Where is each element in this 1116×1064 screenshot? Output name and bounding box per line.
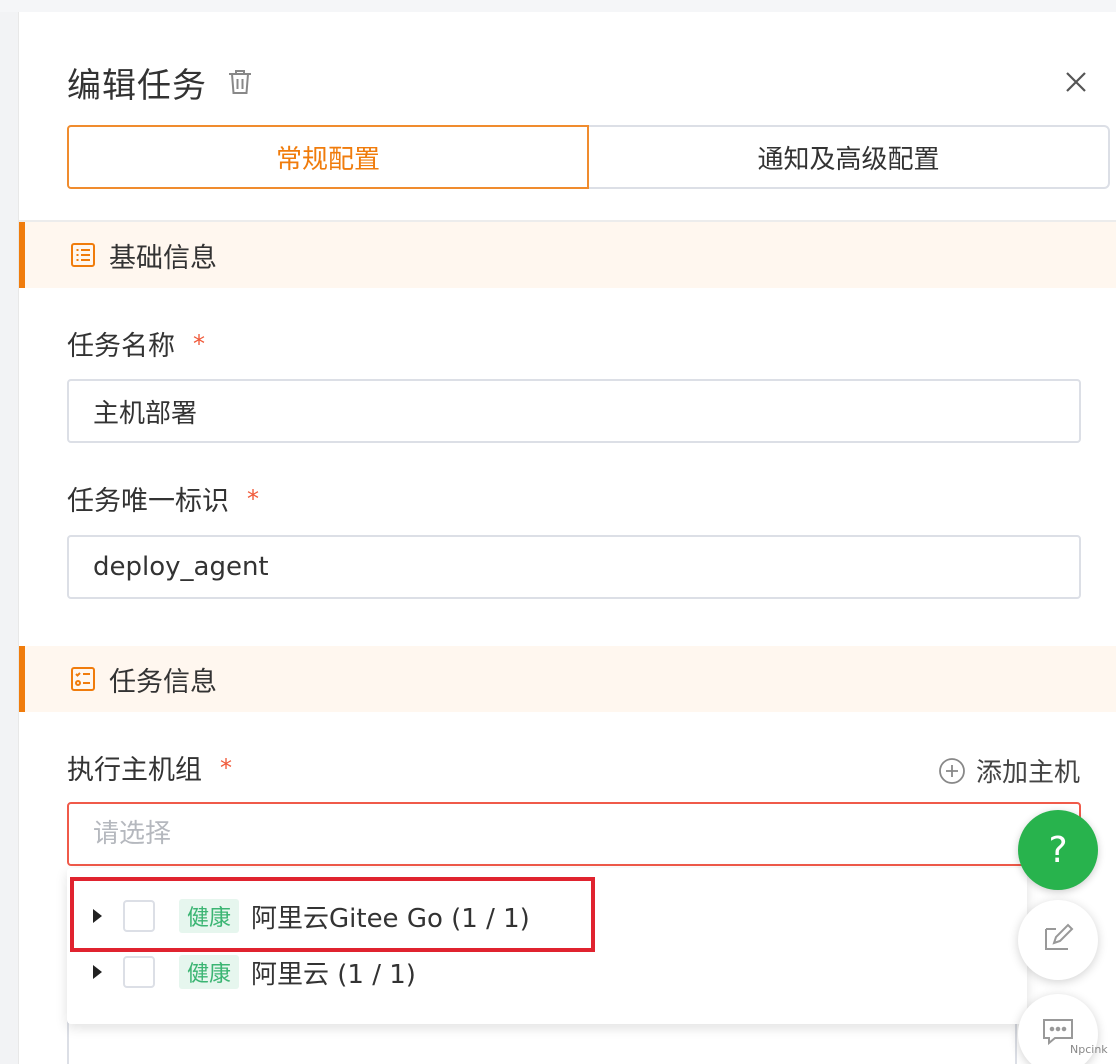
label-text: 任务唯一标识	[67, 486, 229, 517]
add-host-label: 添加主机	[975, 758, 1080, 788]
config-tabs: 常规配置 通知及高级配置	[67, 125, 1110, 189]
add-host-button[interactable]: 添加主机	[938, 752, 1080, 789]
feedback-button[interactable]	[1018, 900, 1098, 980]
caret-right-icon[interactable]	[93, 965, 102, 979]
plus-circle-icon	[938, 757, 966, 785]
host-group-select[interactable]	[67, 802, 1081, 866]
required-mark: *	[220, 753, 232, 782]
tab-notification-advanced[interactable]: 通知及高级配置	[589, 125, 1110, 189]
tree-node[interactable]: 健康 阿里云 (1 / 1)	[67, 944, 1027, 1000]
edit-note-icon	[1042, 923, 1074, 957]
task-name-label: 任务名称 *	[67, 324, 205, 363]
help-button[interactable]: ?	[1018, 810, 1098, 890]
dialog-title: 编辑任务	[67, 65, 207, 106]
list-icon	[69, 241, 97, 269]
top-strip	[0, 0, 1116, 12]
section-task-info: 任务信息	[19, 646, 1116, 712]
dialog-header: 编辑任务	[67, 58, 255, 106]
highlight-box	[70, 877, 595, 952]
close-icon[interactable]	[1062, 68, 1090, 96]
checklist-icon	[69, 665, 97, 693]
section-basic-info: 基础信息	[19, 222, 1116, 288]
host-group-label: 执行主机组 *	[67, 748, 232, 787]
required-mark: *	[247, 484, 259, 513]
status-badge: 健康	[179, 955, 240, 989]
section-title: 任务信息	[109, 666, 217, 698]
tab-general-config[interactable]: 常规配置	[67, 125, 589, 189]
trash-icon[interactable]	[225, 67, 255, 97]
next-field-box	[67, 1020, 1017, 1064]
task-id-input[interactable]	[67, 535, 1081, 599]
required-mark: *	[193, 329, 205, 358]
task-name-input[interactable]	[67, 379, 1081, 443]
watermark: Npcink	[1070, 1043, 1108, 1056]
label-text: 执行主机组	[67, 755, 202, 786]
task-id-label: 任务唯一标识 *	[67, 479, 259, 518]
node-checkbox[interactable]	[123, 956, 155, 988]
label-text: 任务名称	[67, 331, 175, 362]
node-label: 阿里云 (1 / 1)	[251, 959, 416, 990]
section-title: 基础信息	[109, 242, 217, 274]
